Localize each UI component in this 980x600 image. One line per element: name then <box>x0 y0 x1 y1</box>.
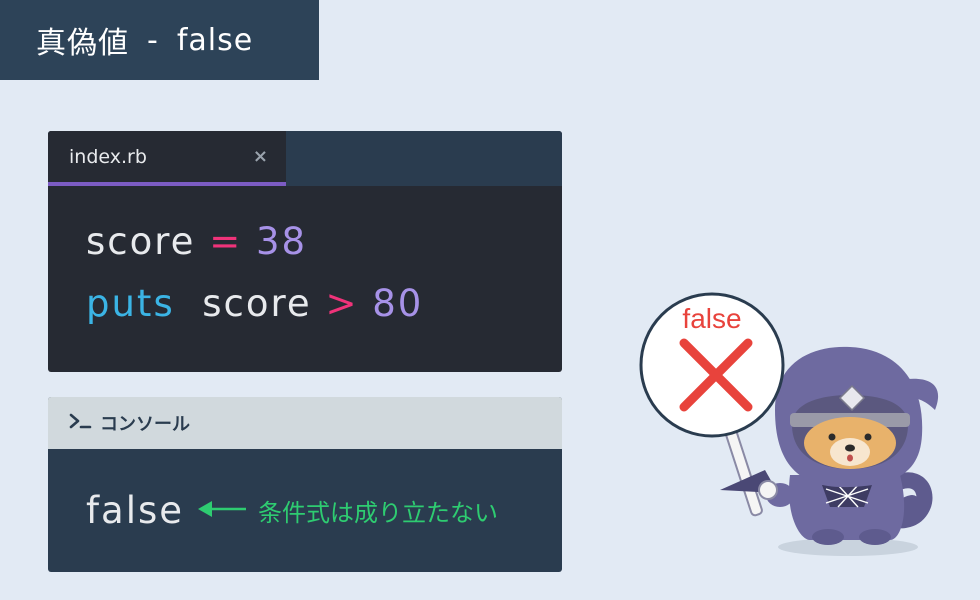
ninja-mascot: false <box>600 285 970 585</box>
code-editor: index.rb × score = 38 puts score > 80 <box>48 131 562 372</box>
title-suffix: false <box>176 22 254 58</box>
title-separator: - <box>147 22 159 58</box>
console-output: false <box>86 489 185 532</box>
title-prefix: 真偽値 <box>36 26 129 61</box>
close-icon[interactable]: × <box>253 146 268 167</box>
editor-tabbar: index.rb × <box>48 131 562 186</box>
left-arrow-icon <box>198 494 248 527</box>
console-title: コンソール <box>100 414 190 435</box>
code-line-2: puts score > 80 <box>86 282 562 344</box>
console-body: false 条件式は成り立たない <box>48 449 562 572</box>
code-line-1: score = 38 <box>86 220 562 282</box>
tab-label: index.rb <box>69 145 147 168</box>
code-area[interactable]: score = 38 puts score > 80 <box>48 186 562 344</box>
sign-label: false <box>682 303 741 334</box>
code-identifier: score <box>202 282 312 325</box>
console-header: コンソール <box>48 397 562 449</box>
tab-index-rb[interactable]: index.rb × <box>48 131 286 186</box>
code-method: puts <box>86 282 175 325</box>
code-number: 80 <box>372 282 424 325</box>
title-banner: 真偽値 - false <box>0 0 319 80</box>
code-operator: = <box>209 220 243 263</box>
console-panel: コンソール false 条件式は成り立たない <box>48 397 562 572</box>
code-number: 38 <box>255 220 308 263</box>
code-identifier: score <box>86 220 196 263</box>
console-annotation: 条件式は成り立たない <box>258 499 499 527</box>
code-operator: > <box>325 282 359 325</box>
terminal-prompt-icon <box>68 411 94 436</box>
